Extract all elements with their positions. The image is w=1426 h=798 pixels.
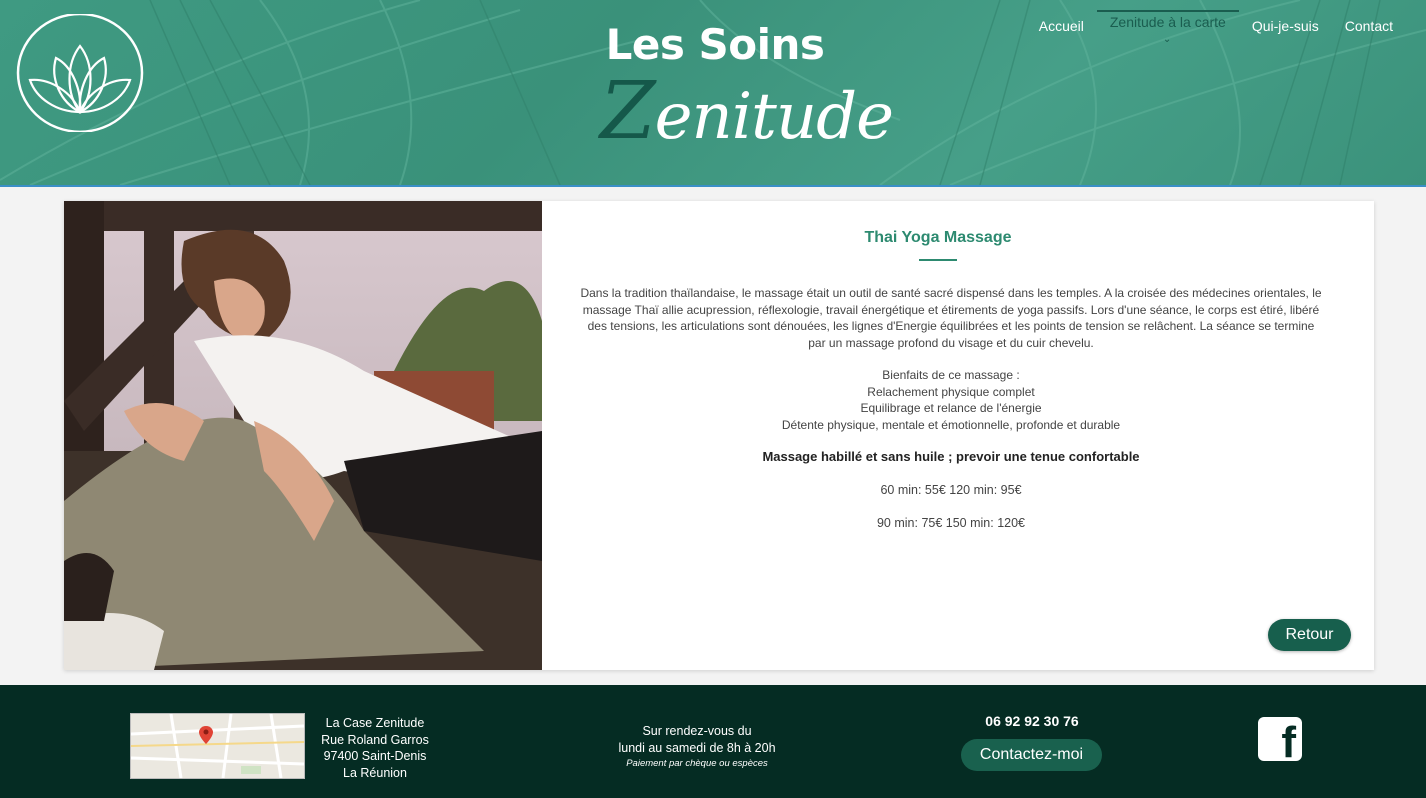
title-divider	[919, 259, 957, 261]
address-line: 97400 Saint-Denis	[323, 749, 427, 763]
payment-note: Paiement par chèque ou espèces	[626, 758, 768, 769]
main-nav: Accueil Zenitude à la carte ⌄ Qui-je-suis…	[1026, 10, 1406, 45]
benefit-item: Equilibrage et relance de l'énergie	[860, 401, 1042, 415]
address-block: La Case Zenitude Rue Roland Garros 97400…	[312, 715, 438, 781]
nav-item-contact[interactable]: Contact	[1332, 14, 1406, 40]
address-line: La Réunion	[343, 765, 407, 780]
site-header: Les Soins Zenitude Accueil Zenitude à la…	[0, 0, 1426, 187]
massage-photo	[64, 201, 542, 670]
nav-item-zenitude-a-la-carte[interactable]: Zenitude à la carte ⌄	[1096, 10, 1239, 45]
service-card: Thai Yoga Massage Dans la tradition thaï…	[64, 201, 1374, 670]
nav-item-qui-je-suis[interactable]: Qui-je-suis	[1239, 14, 1332, 40]
address-line: Rue Roland Garros	[321, 732, 429, 747]
service-description: Dans la tradition thaïlandaise, le massa…	[580, 286, 1322, 350]
site-subtitle-initial: Z	[600, 64, 656, 157]
site-subtitle: Zenitude	[600, 64, 894, 157]
hours-line: lundi au samedi de 8h à 20h	[618, 740, 776, 755]
hours-line: Sur rendez-vous du	[642, 724, 752, 738]
benefit-item: Relachement physique complet	[867, 384, 1035, 399]
service-title: Thai Yoga Massage	[864, 229, 1012, 246]
attire-note: Massage habillé et sans huile ; prevoir …	[762, 449, 1140, 464]
benefits-heading: Bienfaits de ce massage :	[882, 368, 1020, 382]
site-subtitle-rest: enitude	[654, 80, 894, 154]
nav-item-label: Zenitude à la carte	[1109, 14, 1226, 30]
opening-hours: Sur rendez-vous du lundi au samedi de 8h…	[596, 723, 798, 773]
contact-button[interactable]: Contactez-moi	[961, 739, 1102, 771]
price-line: 60 min: 55€ 120 min: 95€	[880, 483, 1022, 497]
service-details: Thai Yoga Massage Dans la tradition thaï…	[542, 201, 1374, 670]
chevron-down-icon: ⌄	[1162, 34, 1172, 45]
location-map[interactable]	[130, 713, 305, 779]
benefit-item: Détente physique, mentale et émotionnell…	[781, 417, 1121, 432]
lotus-icon[interactable]	[16, 14, 144, 132]
facebook-icon[interactable]: f	[1258, 717, 1302, 765]
address-line: La Case Zenitude	[325, 716, 425, 730]
price-line: 90 min: 75€ 150 min: 120€	[876, 516, 1026, 530]
back-button[interactable]: Retour	[1268, 619, 1351, 651]
phone-number[interactable]: 06 92 92 30 76	[962, 713, 1102, 729]
benefits-list: Bienfaits de ce massage : Relachement ph…	[578, 367, 1324, 433]
nav-item-accueil[interactable]: Accueil	[1026, 14, 1097, 40]
site-footer: La Case Zenitude Rue Roland Garros 97400…	[0, 685, 1426, 798]
site-title: Les Soins	[605, 20, 825, 69]
